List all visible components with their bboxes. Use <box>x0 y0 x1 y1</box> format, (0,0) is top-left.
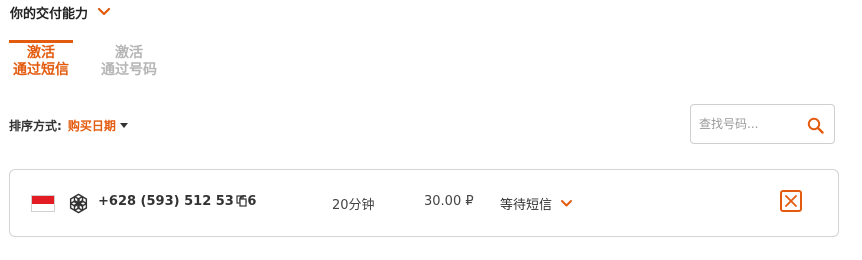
tab-line: 通过短信 <box>13 62 69 78</box>
status-dropdown[interactable]: 等待短信 <box>500 194 573 213</box>
indonesia-flag-icon <box>31 195 55 212</box>
activation-tabs: 激活 通过短信 激活 通过号码 <box>9 40 161 79</box>
chevron-down-icon[interactable] <box>97 7 111 17</box>
openai-icon <box>69 193 88 214</box>
search-box <box>690 104 835 144</box>
tab-line: 激活 <box>115 45 143 61</box>
capabilities-header[interactable]: 你的交付能力 <box>10 2 111 22</box>
status-text: 等待短信 <box>500 198 553 213</box>
search-icon[interactable] <box>807 117 824 134</box>
tab-line: 激活 <box>27 45 55 61</box>
tab-activate-via-number[interactable]: 激活 通过号码 <box>97 40 161 79</box>
sort-label: 排序方式: <box>9 119 62 133</box>
cancel-button[interactable] <box>780 190 802 212</box>
chevron-down-icon[interactable] <box>560 199 573 208</box>
caret-down-icon[interactable] <box>119 123 128 128</box>
close-icon <box>785 195 797 207</box>
sort-control: 排序方式: 购买日期 <box>9 117 128 134</box>
capabilities-title: 你的交付能力 <box>10 6 89 22</box>
copy-icon[interactable] <box>236 195 247 207</box>
duration: 20分钟 <box>332 198 375 213</box>
order-row: +628 (593) 512 53 66 20分钟 30.00 ₽ 等待短信 <box>9 169 839 237</box>
tab-activate-via-sms[interactable]: 激活 通过短信 <box>9 40 73 79</box>
tab-line: 通过号码 <box>101 62 157 78</box>
sort-dropdown[interactable]: 购买日期 <box>68 117 116 134</box>
phone-number: +628 (593) 512 53 66 <box>98 194 257 209</box>
price: 30.00 ₽ <box>424 194 474 209</box>
search-input[interactable] <box>699 117 799 131</box>
